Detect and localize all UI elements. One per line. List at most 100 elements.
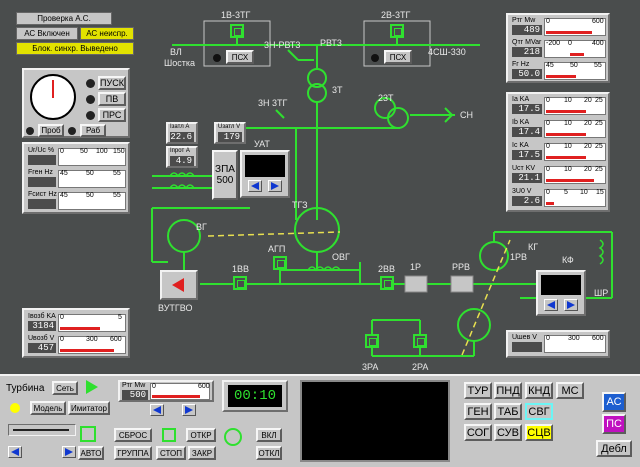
nav-svg[interactable]: СВГ: [525, 403, 553, 420]
ps-alarm-button[interactable]: ПС: [602, 414, 626, 434]
net-arrow-icon: [86, 380, 98, 394]
on-button[interactable]: ВКЛ: [256, 428, 282, 442]
as-alarm-button[interactable]: АС: [602, 392, 626, 412]
u-zatl-panel: Uзатл V 179: [214, 122, 246, 144]
uat-panel: [240, 150, 290, 198]
rvt-label: 3Н-РВТ3: [264, 40, 301, 50]
nav-gen[interactable]: ГЕН: [464, 403, 492, 420]
ptg-set-tick-1: 600: [198, 383, 210, 390]
shr-left-button[interactable]: [544, 299, 558, 311]
i-prot-label: Iпрот A: [170, 148, 190, 154]
nav-scv[interactable]: СЦВ: [525, 424, 553, 441]
rrv-label: РРВ: [452, 262, 471, 272]
breaker-2v[interactable]: [390, 24, 404, 38]
zpa-label: ЗПА: [215, 164, 235, 175]
group-button[interactable]: ГРУППА: [114, 446, 152, 460]
h3tg-label: 3Н 3ТГ: [258, 98, 288, 108]
i-zatl-value: 22.6: [170, 132, 194, 142]
close-button[interactable]: ЗАКР: [188, 446, 216, 460]
timer-display: 00:10: [228, 385, 282, 407]
breaker-1vv[interactable]: [233, 276, 247, 290]
tr3t-label: 3Т: [332, 85, 343, 95]
uat-right-button[interactable]: [268, 180, 282, 192]
csh-label: 4СШ-330: [428, 47, 466, 57]
breaker-agp[interactable]: [273, 256, 287, 270]
nav-tab[interactable]: ТАБ: [494, 403, 522, 420]
breaker-2ra[interactable]: [413, 334, 427, 348]
nav-suv[interactable]: СУВ: [494, 424, 522, 441]
model-indicator: [10, 403, 20, 413]
single-line-schematic: [151, 20, 613, 357]
off-button[interactable]: ОТКЛ: [256, 446, 282, 460]
deblock-button[interactable]: Дебл: [596, 440, 632, 457]
line-shostka-label: Шостка: [164, 58, 196, 68]
ptg-decrease-button[interactable]: [150, 404, 164, 416]
rectifier-icon: [172, 278, 184, 292]
ovg-label: ОВГ: [332, 252, 350, 262]
r1-label: 1Р: [410, 262, 422, 272]
psx2-button[interactable]: ПСХ: [384, 50, 412, 64]
nav-pnd[interactable]: ПНД: [494, 382, 522, 399]
zra-label: 3РА: [362, 362, 379, 372]
reset-button[interactable]: СБРОС: [114, 428, 152, 442]
uat-left-button[interactable]: [248, 180, 262, 192]
i-zatl-label: Iзатл A: [170, 124, 190, 130]
breaker-3ra[interactable]: [365, 334, 379, 348]
slider-right-button[interactable]: [62, 446, 76, 458]
shr-panel: [536, 270, 586, 316]
breaker-2vv[interactable]: [380, 276, 394, 290]
vg-label: ВГ: [196, 222, 207, 232]
nav-tur[interactable]: ТУР: [464, 382, 492, 399]
bus1-label: 1В-3ТГ: [221, 10, 251, 20]
vutgvo-block[interactable]: [160, 270, 198, 300]
imitator-button[interactable]: Имитатор: [68, 401, 110, 415]
ptg-set-value: 500: [122, 390, 148, 400]
turbine-label: Турбина: [6, 383, 45, 394]
i-prot-value: 4.9: [170, 156, 194, 166]
net-button[interactable]: Сеть: [52, 381, 78, 395]
bus2-label: 2В-3ТГ: [381, 10, 411, 20]
u-zatl-value: 179: [218, 132, 242, 142]
ptg-set-bar: [152, 395, 200, 398]
pump-icon: [224, 428, 242, 446]
valve-icon: [80, 426, 96, 442]
ptg-setpoint-panel: Pтг Mw 500 0 600: [118, 380, 214, 402]
model-button[interactable]: Модель: [30, 401, 66, 415]
i-zatl-panel: Iзатл A 22.6: [166, 122, 198, 144]
shr-label: ШР: [594, 288, 609, 298]
ptg-set-tick-0: 0: [152, 383, 156, 390]
nav-ms[interactable]: МС: [556, 382, 584, 399]
tr23t-label: 23Т: [378, 93, 394, 103]
nav-knd[interactable]: КНД: [525, 382, 553, 399]
uat-label: УАТ: [254, 139, 270, 149]
sn-label: СН: [460, 110, 473, 120]
breaker-1v[interactable]: [230, 24, 244, 38]
zpa-block[interactable]: ЗПА 500: [212, 150, 238, 200]
ptg-set-label: Pтг Mw: [122, 382, 146, 389]
stop-button[interactable]: СТОП: [156, 446, 186, 460]
agp-label: АГП: [268, 244, 286, 254]
zpa-number: 500: [216, 175, 234, 186]
tg3-label: ТГЗ: [292, 200, 308, 210]
psx1-button[interactable]: ПСХ: [226, 50, 254, 64]
r1rv-label: 1РВ: [510, 252, 528, 262]
b2vv-label: 2ВВ: [378, 264, 396, 274]
rvt3-label: РВТ3: [320, 38, 342, 48]
ptg-increase-button[interactable]: [182, 404, 196, 416]
slider-track[interactable]: [8, 424, 76, 436]
ra2-label: 2РА: [412, 362, 429, 372]
nav-sog[interactable]: СОГ: [464, 424, 492, 441]
auto-button[interactable]: АВТО: [78, 446, 104, 460]
i-prot-panel: Iпрот A 4.9: [166, 146, 198, 168]
kg-label: КГ: [528, 242, 539, 252]
b1vv-label: 1ВВ: [232, 264, 250, 274]
open-button[interactable]: ОТКР: [186, 428, 216, 442]
u-zatl-label: Uзатл V: [218, 124, 241, 130]
psx2-indicator: [371, 54, 379, 62]
shr-right-button[interactable]: [564, 299, 578, 311]
slider-left-button[interactable]: [8, 446, 22, 458]
alarm-log-screen[interactable]: [300, 380, 450, 462]
valve2-icon: [162, 428, 176, 442]
psx1-indicator: [213, 54, 221, 62]
kf-label: КФ: [562, 255, 574, 265]
